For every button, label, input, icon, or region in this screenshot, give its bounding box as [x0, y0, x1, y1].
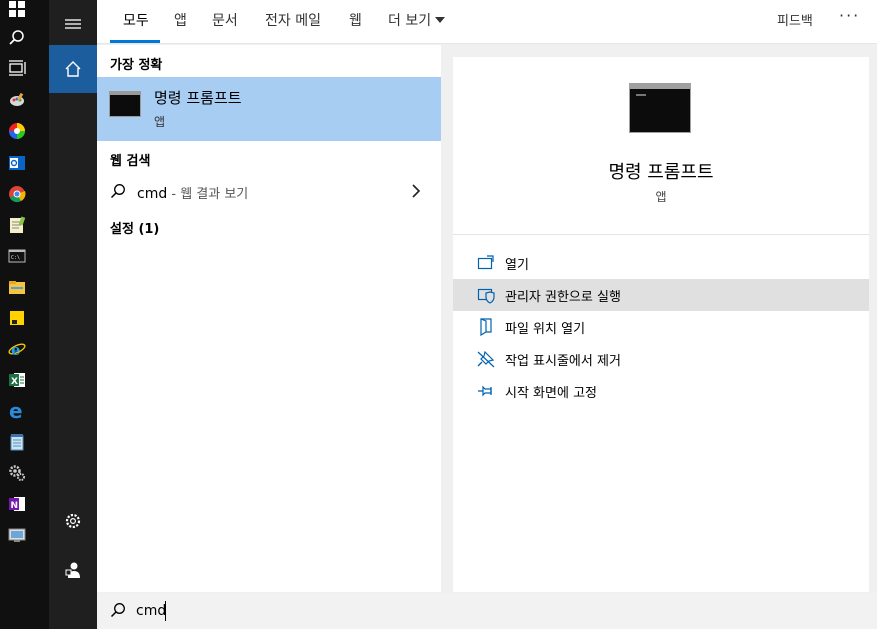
user-icon [65, 562, 80, 578]
notepad-icon[interactable] [8, 433, 26, 451]
svg-text:C:\: C:\ [11, 255, 20, 261]
onenote-icon[interactable]: N [8, 495, 26, 513]
filter-tabs: 모두 앱 문서 전자 메일 웹 더 보기 피드백 ··· [97, 0, 877, 44]
detail-panel: 명령 프롬프트 앱 열기 관리자 권한으로 실행 파일 위치 열기 작업 표시줄… [453, 57, 869, 592]
hamburger-icon [65, 19, 81, 29]
search-icon [110, 184, 125, 199]
web-search-text: cmd - 웹 결과 보기 [137, 183, 248, 202]
web-search-suffix: - 웹 결과 보기 [167, 187, 249, 202]
file-location-icon [480, 318, 492, 336]
tab-more-label: 더 보기 [388, 13, 432, 29]
action-open-file-location-label: 파일 위치 열기 [505, 322, 586, 337]
settings-button[interactable] [49, 497, 97, 545]
excel-icon[interactable]: X [8, 371, 26, 389]
action-open-file-location[interactable]: 파일 위치 열기 [453, 311, 869, 343]
svg-text:e: e [11, 341, 21, 358]
open-icon [477, 255, 494, 270]
internet-explorer-icon[interactable]: e [8, 340, 26, 358]
color-wheel-icon[interactable] [8, 122, 26, 140]
chevron-right-icon[interactable] [411, 184, 421, 198]
tab-more[interactable]: 더 보기 [388, 10, 446, 30]
best-match-title: 명령 프롬프트 [154, 89, 242, 107]
svg-text:e: e [9, 402, 23, 420]
svg-text:X: X [11, 377, 18, 387]
detail-title: 명령 프롬프트 [608, 162, 714, 183]
task-view-icon[interactable] [8, 59, 26, 77]
search-icon [110, 603, 125, 618]
feedback-link[interactable]: 피드백 [777, 10, 813, 29]
action-unpin-taskbar[interactable]: 작업 표시줄에서 제거 [453, 343, 869, 375]
web-search-item[interactable]: cmd - 웹 결과 보기 [97, 176, 441, 206]
home-icon [65, 61, 81, 77]
svg-text:N: N [11, 501, 19, 511]
tab-web[interactable]: 웹 [349, 10, 362, 30]
home-button[interactable] [49, 45, 97, 93]
windows-start-icon[interactable] [8, 0, 26, 18]
notepad-plus-icon[interactable] [8, 216, 26, 234]
taskbar: C:\ e X e N [0, 0, 49, 629]
remote-desktop-icon[interactable] [8, 526, 26, 544]
tab-apps[interactable]: 앱 [174, 10, 187, 30]
command-prompt-large-icon [629, 83, 691, 133]
hamburger-menu-button[interactable] [49, 0, 97, 48]
action-run-as-admin[interactable]: 관리자 권한으로 실행 [453, 279, 869, 311]
command-prompt-icon[interactable]: C:\ [8, 247, 26, 265]
text-caret [165, 601, 166, 621]
search-main: 모두 앱 문서 전자 메일 웹 더 보기 피드백 ··· 가장 정확 명령 프롬… [97, 0, 877, 629]
best-match-subtitle: 앱 [154, 115, 166, 129]
unpin-icon [477, 350, 495, 368]
action-open[interactable]: 열기 [453, 247, 869, 279]
action-unpin-taskbar-label: 작업 표시줄에서 제거 [505, 354, 621, 369]
best-match-header: 가장 정확 [110, 58, 163, 73]
chrome-icon[interactable] [8, 185, 26, 203]
start-nav-rail [49, 0, 97, 629]
action-run-as-admin-label: 관리자 권한으로 실행 [505, 290, 621, 305]
edge-icon[interactable]: e [8, 402, 26, 420]
web-search-query: cmd [137, 186, 168, 202]
sticky-notes-icon[interactable] [8, 309, 26, 327]
settings-gears-icon[interactable] [8, 464, 26, 482]
tab-all[interactable]: 모두 [123, 10, 149, 30]
action-pin-start[interactable]: 시작 화면에 고정 [453, 375, 869, 407]
tab-documents[interactable]: 문서 [212, 10, 238, 30]
outlook-icon[interactable] [8, 154, 26, 172]
settings-header[interactable]: 설정 (1) [110, 218, 159, 237]
paint-icon[interactable] [8, 91, 26, 109]
caret-down-icon [435, 17, 446, 23]
user-account-button[interactable] [49, 546, 97, 594]
gear-icon [65, 513, 81, 529]
search-input[interactable]: cmd [136, 603, 166, 619]
file-explorer-icon[interactable] [8, 278, 26, 296]
command-prompt-icon [109, 91, 141, 117]
web-search-header: 웹 검색 [110, 154, 151, 169]
best-match-item[interactable]: 명령 프롬프트 앱 [97, 77, 441, 141]
pin-icon [478, 385, 492, 397]
action-pin-start-label: 시작 화면에 고정 [505, 386, 597, 401]
detail-subtitle: 앱 [655, 190, 667, 204]
detail-divider [453, 234, 869, 235]
active-tab-indicator [110, 40, 160, 43]
shield-icon [477, 288, 495, 304]
search-box[interactable]: cmd [97, 593, 877, 629]
action-open-label: 열기 [505, 258, 529, 273]
tab-email[interactable]: 전자 메일 [265, 10, 321, 30]
search-icon[interactable] [8, 29, 26, 47]
results-panel: 가장 정확 명령 프롬프트 앱 웹 검색 cmd - 웹 결과 보기 설정 (1… [97, 45, 441, 592]
more-options-icon[interactable]: ··· [839, 6, 860, 25]
